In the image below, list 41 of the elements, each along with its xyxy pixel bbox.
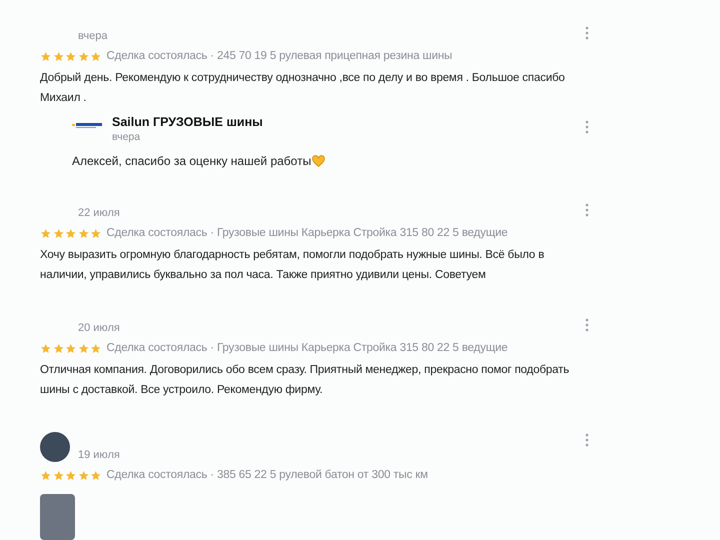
star-icon <box>90 470 102 482</box>
more-options-icon[interactable] <box>585 433 589 447</box>
star-icon <box>65 51 76 63</box>
star-icon <box>52 343 64 355</box>
deal-info: Сделка состоялась · 385 65 22 5 рулевой батон от 300 тыс км <box>106 468 428 484</box>
star-icon <box>40 51 52 63</box>
more-options-icon[interactable] <box>585 120 589 134</box>
more-options-icon[interactable] <box>585 26 589 40</box>
deal-info: Сделка состоялась · 245 70 19 5 рулевая прицепная резина шины <box>106 49 452 64</box>
deal-info: Сделка состоялась · Грузовые шины Карьерка Стройка 315 80 22 5 ведущие <box>106 226 508 242</box>
company-logo <box>72 120 104 130</box>
star-icon <box>90 51 102 63</box>
more-options-icon[interactable] <box>585 318 589 332</box>
reply-text: Алексей, спасибо за оценку нашей работы <box>72 153 312 170</box>
star-icon <box>40 343 52 355</box>
review-date: 20 июля <box>78 321 120 335</box>
deal-info: Сделка состоялась · Грузовые шины Карьерка Стройка 315 80 22 5 ведущие <box>106 341 508 356</box>
review-date: 22 июля <box>78 206 120 220</box>
star-icon <box>78 51 89 63</box>
star-icon <box>78 343 89 355</box>
star-icon <box>90 228 102 240</box>
review-text: Хочу выразить огромную благодарность ребятам, помогли подобрать нужные шины. Всё было в наличии, управились буквально за пол часа. Также приятно удивили цены. Советуем <box>40 248 546 283</box>
star-icon <box>78 228 89 240</box>
star-icon <box>40 470 52 482</box>
star-icon <box>78 470 89 482</box>
review-text: Отличная компания. Договорились обо всем сразу. Приятный менеджер, прекрасно помог подобрать шины с доставкой. Все устроило. Рекомендую фирму. <box>40 363 570 398</box>
star-icon <box>52 228 64 240</box>
review-text: Добрый день. Рекомендую к сотрудничеству однозначно ,все по делу и во время . Большое спасибо Михаил . <box>40 71 566 106</box>
star-icon <box>65 228 76 240</box>
review-date: вчера <box>78 29 108 43</box>
more-options-icon[interactable] <box>585 203 589 217</box>
review-date: 19 июля <box>78 448 120 462</box>
star-icon <box>90 343 102 355</box>
company-name: Sailun ГРУЗОВЫЕ шины <box>112 114 263 130</box>
star-icon <box>65 470 76 482</box>
heart-icon <box>312 155 326 167</box>
reply-date: вчера <box>112 130 142 144</box>
star-icon <box>40 228 52 240</box>
star-icon <box>52 470 64 482</box>
star-icon <box>52 51 64 63</box>
star-icon <box>65 343 76 355</box>
